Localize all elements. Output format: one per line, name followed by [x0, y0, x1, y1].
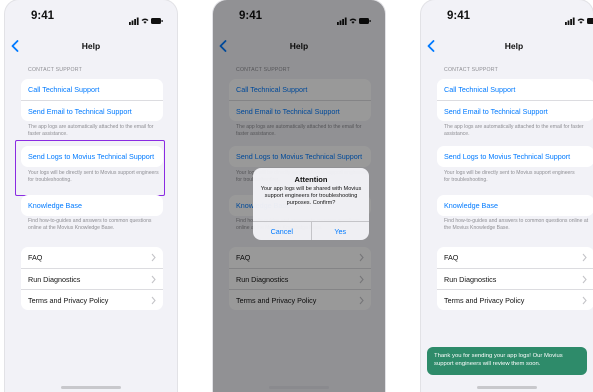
run-diagnostics-row[interactable]: Run Diagnostics: [437, 268, 593, 289]
send-logs-highlight: [15, 140, 165, 196]
kb-footnote: Find how-to-guides and answers to common…: [28, 218, 152, 231]
phone-screen-3: 9:41 Help CONTACT SUPPORT Call Technical…: [421, 0, 593, 392]
status-icons: [129, 12, 163, 30]
home-indicator: [269, 386, 329, 389]
contact-support-header: CONTACT SUPPORT: [28, 67, 83, 73]
alert-buttons: Cancel Yes: [253, 221, 369, 240]
home-indicator: [477, 386, 537, 389]
chevron-right-icon: [582, 296, 587, 304]
status-icons: [565, 12, 593, 30]
terms-privacy-label: Terms and Privacy Policy: [444, 295, 525, 305]
terms-privacy-row[interactable]: Terms and Privacy Policy: [21, 289, 163, 310]
confirm-alert: Attention Your app logs will be shared w…: [253, 168, 369, 240]
email-footnote: The app logs are automatically attached …: [444, 124, 584, 137]
contact-group: Call Technical Support Send Email to Tec…: [437, 79, 593, 121]
faq-row[interactable]: FAQ: [437, 247, 593, 268]
contact-support-header: CONTACT SUPPORT: [444, 67, 499, 73]
status-time: 9:41: [31, 10, 55, 22]
nav-bar: Help: [421, 34, 593, 58]
page-title: Help: [81, 41, 101, 51]
logs-footnote: Your logs will be directly sent to Moviu…: [444, 170, 575, 183]
chevron-right-icon: [151, 296, 156, 304]
status-time: 9:41: [447, 10, 471, 22]
yes-button[interactable]: Yes: [310, 222, 370, 240]
knowledge-base-row[interactable]: Knowledge Base: [437, 195, 593, 216]
cancel-button[interactable]: Cancel: [253, 222, 311, 240]
knowledge-base-row[interactable]: Knowledge Base: [21, 195, 163, 216]
terms-privacy-row[interactable]: Terms and Privacy Policy: [437, 289, 593, 310]
phone-screen-2: 9:41 Help CONTACT SUPPORT Call Technical…: [213, 0, 385, 392]
status-bar: 9:41: [5, 0, 177, 30]
logs-group: Send Logs to Movius Technical Support: [437, 146, 593, 167]
misc-group: FAQ Run Diagnostics Terms and Privacy Po…: [21, 247, 163, 310]
run-diagnostics-label: Run Diagnostics: [444, 274, 497, 284]
call-support-row[interactable]: Call Technical Support: [437, 79, 593, 100]
contact-group: Call Technical Support Send Email to Tec…: [21, 79, 163, 121]
faq-label: FAQ: [444, 253, 459, 262]
call-support-row[interactable]: Call Technical Support: [21, 79, 163, 100]
chevron-right-icon: [582, 253, 587, 262]
send-email-row[interactable]: Send Email to Technical Support: [21, 100, 163, 121]
success-toast: Thank you for sending your app logs! Our…: [427, 347, 587, 375]
kb-footnote: Find how-to-guides and answers to common…: [444, 218, 589, 231]
alert-message: Your app logs will be shared with Movius…: [260, 186, 362, 206]
chevron-right-icon: [582, 275, 587, 283]
chevron-right-icon: [151, 253, 156, 262]
email-footnote: The app logs are automatically attached …: [28, 124, 154, 137]
alert-title: Attention: [294, 175, 328, 184]
phone-screen-1: 9:41 Help CONTACT SUPPORT Call Technical…: [5, 0, 177, 392]
send-logs-row[interactable]: Send Logs to Movius Technical Support: [437, 146, 593, 167]
send-email-row[interactable]: Send Email to Technical Support: [437, 100, 593, 121]
nav-bar: Help: [5, 34, 177, 58]
status-bar: 9:41: [421, 0, 593, 30]
page-title: Help: [504, 41, 524, 51]
kb-group: Knowledge Base: [21, 195, 163, 216]
misc-group: FAQ Run Diagnostics Terms and Privacy Po…: [437, 247, 593, 310]
run-diagnostics-label: Run Diagnostics: [28, 274, 81, 284]
faq-label: FAQ: [28, 253, 43, 262]
kb-group: Knowledge Base: [437, 195, 593, 216]
home-indicator: [61, 386, 121, 389]
run-diagnostics-row[interactable]: Run Diagnostics: [21, 268, 163, 289]
chevron-right-icon: [151, 275, 156, 283]
faq-row[interactable]: FAQ: [21, 247, 163, 268]
terms-privacy-label: Terms and Privacy Policy: [28, 295, 109, 305]
